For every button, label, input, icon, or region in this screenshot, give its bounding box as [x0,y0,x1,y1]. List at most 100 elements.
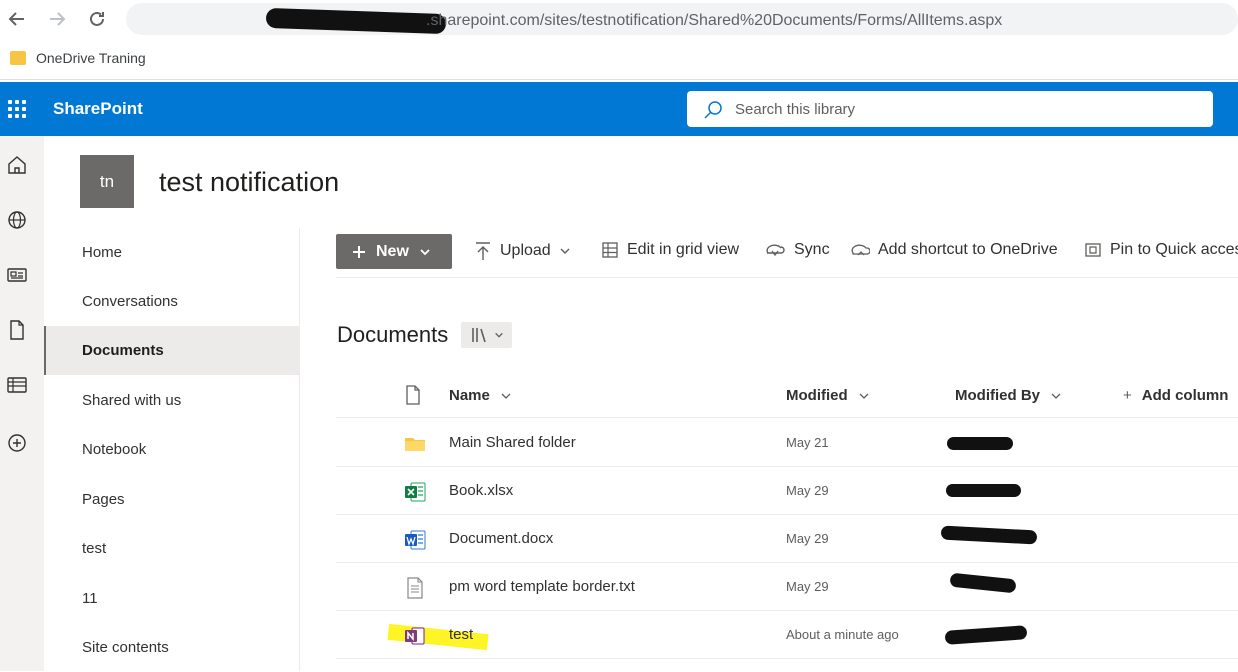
nav-item-label: test [82,540,107,557]
column-header-modified-by[interactable]: Modified By [955,387,1062,404]
url-text: .sharepoint.com/sites/testnotification/S… [426,12,1003,29]
chevron-down-icon [560,248,570,254]
column-header-name[interactable]: Name [449,387,512,404]
view-switcher-button[interactable] [461,322,512,348]
item-name[interactable]: pm word template border.txt [449,578,635,595]
shortcut-icon [851,244,870,256]
reload-button[interactable] [86,8,108,30]
list-item[interactable]: Main Shared folder May 21 [336,419,1238,467]
list-header: Name Modified Modified By + Add column [336,374,1238,418]
redaction-mark [947,437,1013,450]
nav-item-shared-with-us[interactable]: Shared with us [44,376,299,425]
nav-item-test[interactable]: test [44,524,299,573]
file-type-icon[interactable] [404,385,422,405]
home-icon[interactable] [6,154,28,176]
sync-icon [766,244,785,257]
onenote-icon [405,627,425,645]
file-icon[interactable] [6,319,28,341]
library-view-icon [471,328,486,343]
pin-label: Pin to Quick acces [1110,241,1238,258]
edit-grid-view-button[interactable]: Edit in grid view [601,241,739,259]
redaction-mark [940,525,1038,545]
nav-item-pages[interactable]: Pages [44,475,299,524]
sync-label: Sync [794,241,830,258]
bookmark-onedrive-traning[interactable]: OneDrive Traning [10,50,146,66]
list-item[interactable]: pm word template border.txt May 29 [336,563,1238,611]
item-name[interactable]: Book.xlsx [449,482,513,499]
item-name[interactable]: Document.docx [449,530,553,547]
redaction-mark [949,572,1017,594]
column-header-modified[interactable]: Modified [786,387,870,404]
forward-button[interactable] [46,8,68,30]
reload-icon [90,11,104,26]
word-icon [405,530,426,550]
arrow-right-icon [50,12,66,26]
chevron-down-icon [494,332,503,338]
column-label: Modified By [955,387,1040,404]
item-modified: May 29 [786,531,829,546]
nav-item-11[interactable]: 11 [44,574,299,623]
add-shortcut-button[interactable]: Add shortcut to OneDrive [850,241,1058,259]
nav-item-label: Notebook [82,441,147,458]
search-icon [704,101,722,119]
item-modified: About a minute ago [786,627,899,642]
add-circle-icon[interactable] [6,432,28,454]
add-column-button[interactable]: + Add column [1123,387,1228,404]
back-button[interactable] [6,8,28,30]
item-name[interactable]: Main Shared folder [449,434,576,451]
site-title[interactable]: test notification [159,167,339,198]
search-input[interactable] [735,99,1195,119]
site-navigation: Home Conversations Documents Shared with… [44,228,300,671]
nav-item-label: Site contents [82,639,169,656]
pin-icon [1085,243,1101,257]
chevron-down-icon [1051,393,1061,399]
sharepoint-brand[interactable]: SharePoint [53,99,143,119]
highlight-mark [387,623,489,651]
sync-button[interactable]: Sync [764,241,830,259]
chevron-down-icon [420,248,430,255]
command-bar: New Upload Edit in grid view Sync Add sh… [300,228,1238,278]
item-modified: May 29 [786,579,829,594]
grid-icon [602,242,618,258]
text-file-icon [407,577,423,599]
folder-icon [10,51,26,65]
site-logo[interactable]: tn [80,155,134,208]
chevron-down-icon [859,393,869,399]
item-name[interactable]: test [449,626,473,643]
globe-icon[interactable] [6,209,28,231]
column-label: Modified [786,387,848,404]
new-button[interactable]: New [336,234,452,269]
upload-button[interactable]: Upload [474,241,571,261]
upload-icon [476,242,490,260]
pin-quick-access-button[interactable]: Pin to Quick acces [1084,241,1238,259]
search-box[interactable] [687,91,1213,127]
list-icon[interactable] [6,374,28,396]
list-item[interactable]: Book.xlsx May 29 [336,467,1238,515]
edit-grid-label: Edit in grid view [627,241,740,258]
browser-address-bar: .sharepoint.com/sites/testnotification/S… [0,0,1238,38]
library-title: Documents [337,322,449,347]
column-label: Add column [1141,387,1229,404]
folder-icon [405,438,425,451]
url-field[interactable]: .sharepoint.com/sites/testnotification/S… [126,3,1238,35]
nav-item-home[interactable]: Home [44,228,299,277]
nav-item-documents[interactable]: Documents [44,326,299,375]
nav-item-site-contents[interactable]: Site contents [44,623,299,672]
news-icon[interactable] [6,264,28,286]
app-bar [0,136,44,671]
bookmark-label: OneDrive Traning [36,50,146,66]
nav-item-label: Conversations [82,293,178,310]
suite-bar: SharePoint [0,82,1238,136]
bookmarks-bar: OneDrive Traning [0,40,1238,80]
nav-item-label: Home [82,244,123,261]
upload-label: Upload [500,242,551,259]
nav-item-label: Documents [82,342,164,359]
list-item[interactable]: test About a minute ago [336,611,1238,659]
list-item[interactable]: Document.docx May 29 [336,515,1238,563]
nav-item-conversations[interactable]: Conversations [44,277,299,326]
excel-icon [405,482,426,502]
app-launcher-icon[interactable] [8,100,26,118]
redaction-mark [265,7,447,35]
nav-item-notebook[interactable]: Notebook [44,425,299,474]
item-modified: May 29 [786,483,829,498]
